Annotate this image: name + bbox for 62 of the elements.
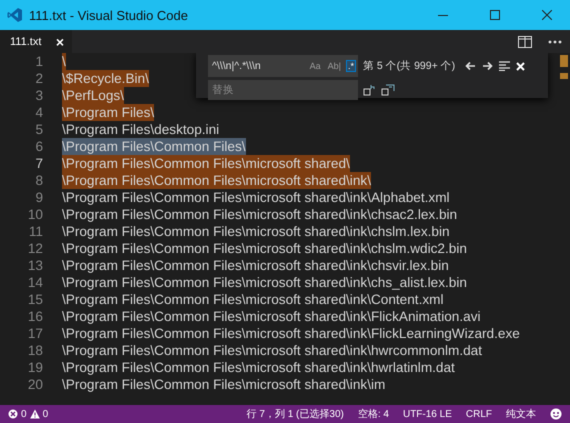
line-ending-setting[interactable]: CRLF	[466, 408, 492, 420]
indentation-setting[interactable]: 空格: 4	[358, 407, 389, 421]
line-number: 9	[34, 189, 44, 206]
editor-tab[interactable]: 111.txt ×	[0, 30, 72, 53]
line-number: 16	[26, 308, 44, 325]
previous-match-button[interactable]	[465, 61, 476, 71]
line-number: 14	[26, 274, 44, 291]
line-number: 3	[34, 87, 44, 104]
code-line: \Program Files\Common Files\microsoft shared\ink\chsvir.lex.bin	[62, 257, 449, 274]
line-number: 19	[26, 359, 44, 376]
line-number: 5	[34, 121, 44, 138]
code-line: \Program Files\Common Files\microsoft shared\ink\chsac2.lex.bin	[62, 206, 458, 223]
error-icon	[8, 409, 18, 419]
encoding-setting[interactable]: UTF-16 LE	[402, 408, 452, 420]
search-option-toggle[interactable]: Aa	[308, 60, 323, 72]
tab-close-button[interactable]: ×	[56, 34, 64, 50]
line-number: 11	[28, 223, 44, 240]
code-line: \Program Files\desktop.ini	[62, 121, 220, 138]
close-icon[interactable]	[542, 10, 552, 20]
line-number: 13	[26, 257, 44, 274]
replace-button[interactable]	[363, 84, 375, 96]
maximize-icon[interactable]	[490, 10, 500, 20]
line-number: 7	[34, 155, 44, 172]
code-line: \Program Files\Common Files\microsoft shared\ink\hwrcommonlm.dat	[62, 342, 482, 359]
line-number: 10	[26, 206, 44, 223]
line-number: 12	[26, 240, 44, 257]
search-option-toggle[interactable]: .*	[346, 60, 356, 72]
replace-all-button[interactable]	[381, 84, 395, 96]
code-line: \Program Files\Common Files\microsoft shared\ink\Content.xml	[62, 291, 444, 308]
cursor-position[interactable]: 行 7，列 1 (已选择30)	[246, 407, 344, 421]
code-line: \Program Files\Common Files\microsoft shared\ink\im	[62, 376, 386, 393]
warning-count[interactable]: 0	[42, 408, 48, 420]
code-line: \Program Files\Common Files\microsoft shared\ink\hwrlatinlm.dat	[62, 359, 455, 376]
line-number: 8	[34, 172, 44, 189]
split-editor-icon[interactable]	[518, 36, 532, 48]
code-line: \Program Files\Common Files\microsoft shared\ink\chs_alist.lex.bin	[62, 274, 467, 291]
line-number: 15	[26, 291, 44, 308]
error-count[interactable]: 0	[21, 408, 27, 420]
line-number: 4	[34, 104, 44, 121]
more-actions-icon[interactable]	[548, 40, 562, 44]
code-line: \Program Files\Common Files\microsoft shared\ink\FlickAnimation.avi	[62, 308, 481, 325]
close-button[interactable]	[516, 62, 526, 70]
next-match-button[interactable]	[482, 61, 494, 71]
find-in-selection-button[interactable]	[499, 61, 510, 71]
code-line: \Program Files\Common Files\microsoft shared\ink\chslm.lex.bin	[62, 223, 450, 240]
language-mode[interactable]: 纯文本	[506, 407, 536, 421]
line-number: 1	[34, 53, 44, 70]
match-count: 第 5 个(共 999+ 个)	[363, 59, 456, 73]
line-number: 17	[26, 325, 44, 342]
line-number: 2	[34, 70, 44, 87]
window-title: 111.txt - Visual Studio Code	[29, 8, 189, 22]
find-input[interactable]: ^\\\n|^.*\\\n Aa Ab| .*	[208, 55, 358, 77]
vscode-logo-icon	[7, 7, 23, 23]
line-number: 18	[26, 342, 44, 359]
search-option-toggle[interactable]: Ab|	[326, 60, 343, 72]
code-line: \Program Files\Common Files\microsoft shared\ink\FlickLearningWizard.exe	[62, 325, 520, 342]
smiley-icon[interactable]	[550, 408, 562, 420]
line-number: 6	[34, 138, 44, 155]
warning-icon	[30, 409, 40, 419]
line-number: 20	[26, 376, 44, 393]
code-line: \Program Files\Common Files\microsoft shared\ink\Alphabet.xml	[62, 189, 450, 206]
code-line: \Program Files\Common Files\microsoft shared\ink\chslm.wdic2.bin	[62, 240, 467, 257]
